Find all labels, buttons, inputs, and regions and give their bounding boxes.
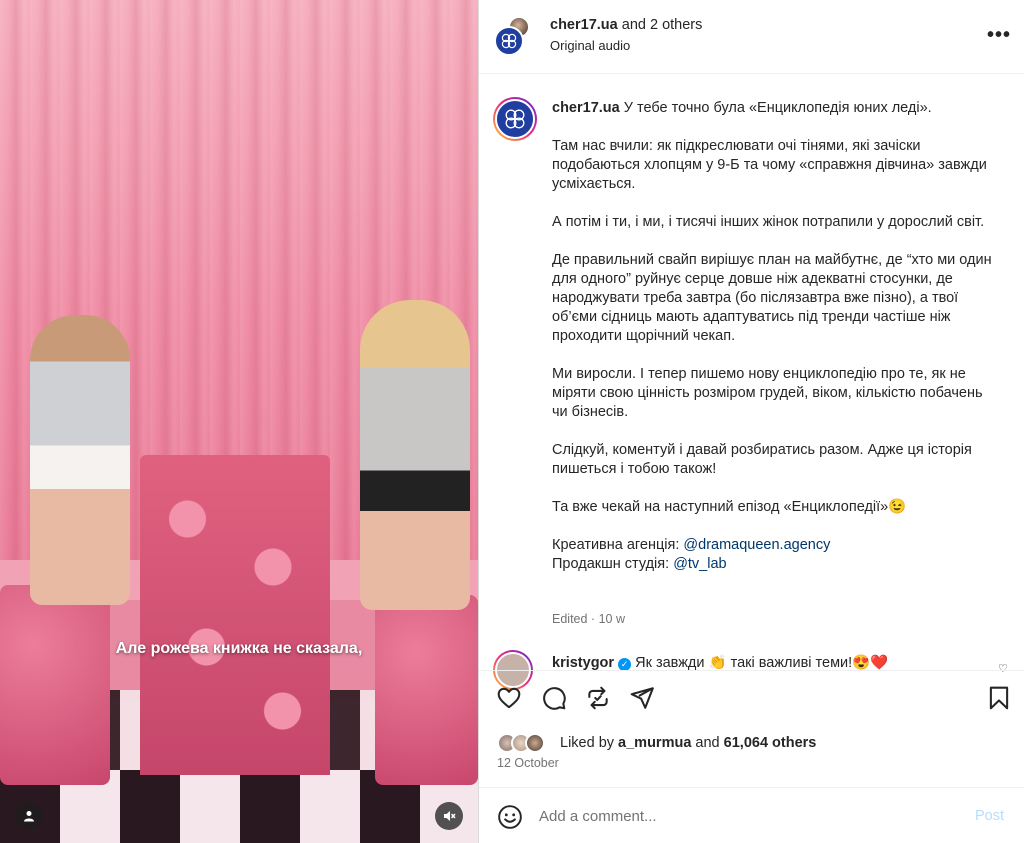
caption-text: cher17.ua У тебе точно була «Енциклопеді… <box>552 99 1002 574</box>
post-video[interactable]: Але рожева книжка не сказала, <box>0 0 478 843</box>
caption-paragraph: Та вже чекай на наступний епізод «Енцикл… <box>552 499 907 515</box>
share-icon[interactable] <box>628 684 656 712</box>
comment-like-icon[interactable]: ♡ <box>998 662 1008 675</box>
woman-right-figure <box>360 300 470 610</box>
post-header: cher17.ua and 2 others Original audio ••… <box>479 0 1024 74</box>
likes-joiner: and <box>695 735 720 751</box>
agency-mention-link[interactable]: @dramaqueen.agency <box>683 537 830 553</box>
more-options-icon[interactable]: ••• <box>987 24 1011 47</box>
mute-toggle-button[interactable] <box>435 802 463 830</box>
caption-username-link[interactable]: cher17.ua <box>552 100 620 116</box>
flower-logo-icon <box>501 33 517 49</box>
caption-paragraph: Там нас вчили: як підкреслювати очі тіня… <box>552 138 987 192</box>
caption-paragraph: Де правильний свайп вирішує план на майб… <box>552 252 992 344</box>
caption-line: У тебе точно була «Енциклопедія юних лед… <box>623 100 932 116</box>
credits-studio: Продакшн студія: @tv_lab <box>552 555 1002 574</box>
post-authors: cher17.ua and 2 others <box>550 17 702 33</box>
caption-paragraph: Слідкуй, коментуй і давай розбиратись ра… <box>552 442 972 477</box>
likes-count-link[interactable]: 61,064 others <box>724 735 817 751</box>
commenter-username-link[interactable]: kristygor <box>552 655 614 671</box>
caption-meta: Edited · 10 w <box>552 612 625 626</box>
liked-by-label: Liked by <box>560 735 615 751</box>
emoji-smiley-icon[interactable] <box>497 804 523 830</box>
repost-icon[interactable] <box>584 684 612 712</box>
likes-summary: Liked by a_murmua and 61,064 others <box>497 733 997 755</box>
speaker-muted-icon <box>444 811 456 821</box>
like-icon[interactable] <box>495 684 523 712</box>
action-bar <box>479 684 1024 718</box>
studio-label: Продакшн студія: <box>552 556 670 572</box>
woman-left-figure <box>30 315 130 605</box>
caption-paragraph: А потім і ти, і ми, і тисячі інших жінок… <box>552 214 985 230</box>
agency-label: Креативна агенція: <box>552 537 680 553</box>
liker-username-link[interactable]: a_murmua <box>618 735 691 751</box>
flower-logo-icon <box>505 109 525 129</box>
post-date[interactable]: 12 October <box>497 756 559 770</box>
collab-others-link[interactable]: and 2 others <box>622 17 703 33</box>
collab-avatars[interactable] <box>494 16 534 56</box>
studio-mention-link[interactable]: @tv_lab <box>673 556 726 572</box>
pink-table <box>140 455 330 775</box>
comment-text: kristygor ✓ Як завжди 👏 такі важливі тем… <box>552 654 888 671</box>
post-comment-button[interactable]: Post <box>975 808 1004 824</box>
credits-agency: Креативна агенція: @dramaqueen.agency <box>552 536 1002 555</box>
post-details-panel: cher17.ua and 2 others Original audio ••… <box>478 0 1024 843</box>
caption-scroll-area[interactable]: cher17.ua У тебе точно була «Енциклопеді… <box>479 75 1024 670</box>
save-bookmark-icon[interactable] <box>985 684 1013 712</box>
liker-avatar[interactable] <box>525 733 545 753</box>
comment-icon[interactable] <box>540 684 568 712</box>
comment-body: Як завжди 👏 такі важливі теми!😍❤️ <box>635 655 889 671</box>
caption-author-avatar[interactable] <box>493 97 537 141</box>
edited-label: Edited <box>552 612 588 626</box>
person-icon <box>24 811 34 822</box>
author-username-link[interactable]: cher17.ua <box>550 17 618 33</box>
brand-avatar[interactable] <box>494 26 524 56</box>
video-subtitle: Але рожева книжка не сказала, <box>115 640 363 657</box>
caption-paragraph: cher17.ua У тебе точно була «Енциклопеді… <box>552 99 1002 118</box>
actions-divider <box>479 670 1024 671</box>
pink-pouf-right <box>375 595 478 785</box>
post-age[interactable]: 10 w <box>599 612 625 626</box>
add-comment-input[interactable] <box>539 800 959 832</box>
tagged-users-button[interactable] <box>15 802 43 830</box>
caption-paragraph: Ми виросли. І тепер пишемо нову енциклоп… <box>552 366 983 420</box>
original-audio-link[interactable]: Original audio <box>550 38 630 53</box>
likes-text: Liked by a_murmua and 61,064 others <box>560 735 816 751</box>
comment-item: kristygor ✓ Як завжди 👏 такі важливі тем… <box>493 650 1013 690</box>
comment-composer: Post <box>479 787 1024 843</box>
pink-pouf-left <box>0 585 110 785</box>
